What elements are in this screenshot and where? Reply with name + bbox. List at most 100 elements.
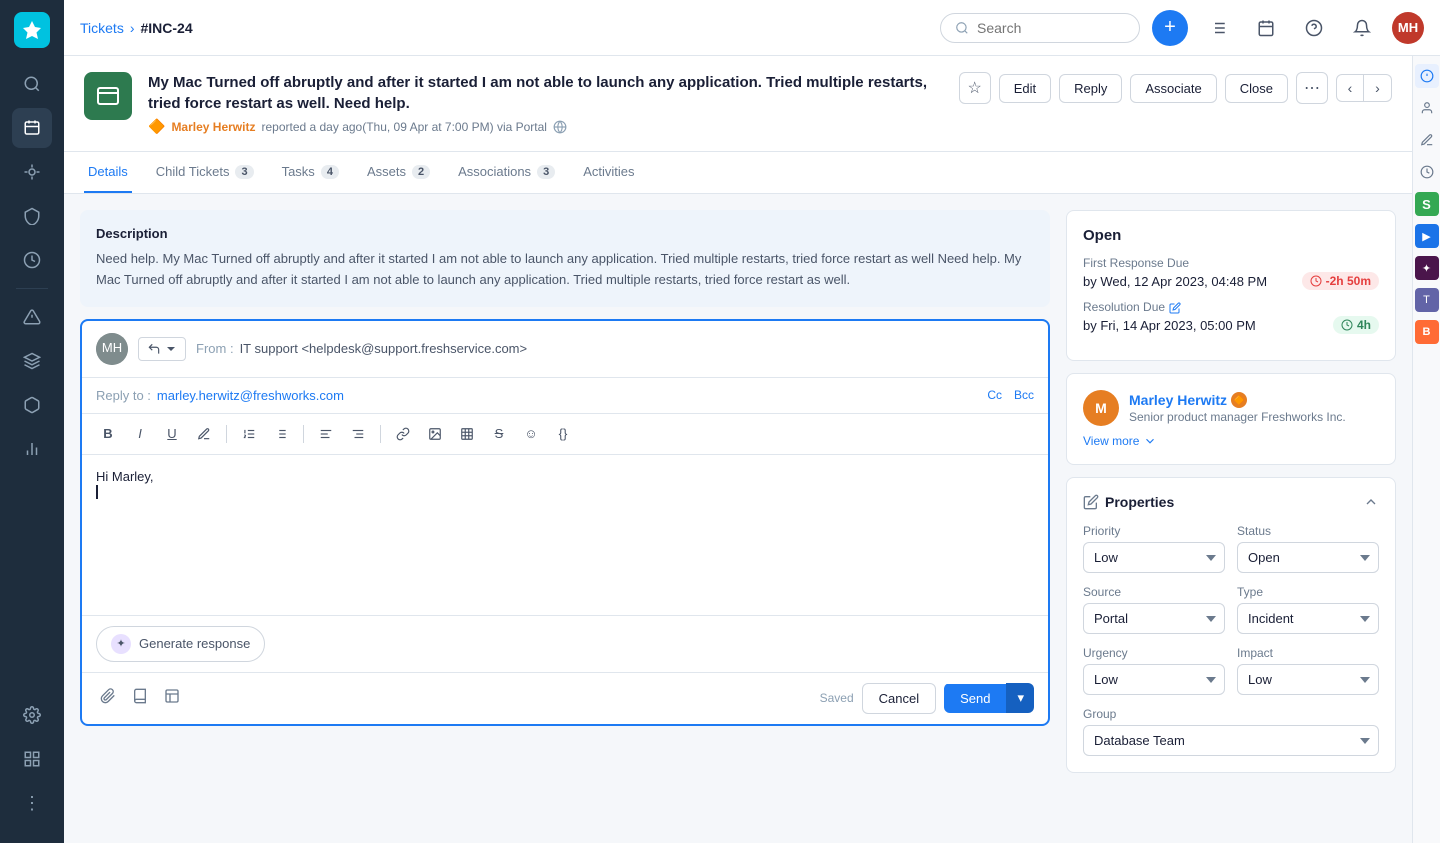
compose-from-row: From : IT support <helpdesk@support.fres… — [196, 341, 527, 356]
cancel-compose-button[interactable]: Cancel — [862, 683, 936, 714]
toolbar-strikethrough[interactable]: S — [487, 422, 511, 446]
ticket-title: My Mac Turned off abruptly and after it … — [148, 72, 943, 114]
toolbar-ul[interactable] — [269, 422, 293, 446]
calendar-icon[interactable] — [1248, 10, 1284, 46]
sla-resolution: Resolution Due by Fri, 14 Apr 2023, 05:0… — [1083, 300, 1379, 334]
cc-bcc-area: Cc Bcc — [987, 388, 1034, 402]
toolbar-code[interactable]: {} — [551, 422, 575, 446]
sidebar-item-search[interactable] — [12, 64, 52, 104]
reporter-name[interactable]: Marley Herwitz — [171, 120, 255, 134]
rip-teams-icon[interactable]: T — [1415, 288, 1439, 312]
rip-clock-icon[interactable] — [1415, 160, 1439, 184]
sidebar-item-appgrid[interactable] — [12, 739, 52, 779]
tab-details[interactable]: Details — [84, 152, 132, 193]
sidebar-item-bugs[interactable] — [12, 152, 52, 192]
associations-badge: 3 — [537, 165, 555, 179]
bell-icon[interactable] — [1344, 10, 1380, 46]
tab-activities[interactable]: Activities — [579, 152, 638, 193]
add-button[interactable]: + — [1152, 10, 1188, 46]
breadcrumb-tickets-link[interactable]: Tickets — [80, 20, 124, 36]
sidebar-item-tickets[interactable] — [12, 108, 52, 148]
tab-assets[interactable]: Assets 2 — [363, 152, 434, 193]
search-input[interactable] — [977, 20, 1117, 36]
generate-response-button[interactable]: ✦ Generate response — [96, 626, 265, 662]
urgency-select[interactable]: Low Medium High — [1083, 664, 1225, 695]
toolbar-table[interactable] — [455, 422, 479, 446]
rip-meet-icon[interactable]: ▶ — [1415, 224, 1439, 248]
sidebar-item-graph[interactable] — [12, 240, 52, 280]
close-button[interactable]: Close — [1225, 74, 1288, 103]
sidebar-item-chart[interactable] — [12, 429, 52, 469]
sidebar-item-settings[interactable] — [12, 695, 52, 735]
help-icon[interactable] — [1296, 10, 1332, 46]
tab-tasks[interactable]: Tasks 4 — [278, 152, 343, 193]
associate-button[interactable]: Associate — [1130, 74, 1216, 103]
edit-button[interactable]: Edit — [999, 74, 1051, 103]
breadcrumb-separator: › — [130, 20, 135, 36]
rip-edit-icon[interactable] — [1415, 128, 1439, 152]
cc-button[interactable]: Cc — [987, 388, 1002, 402]
tab-child-tickets[interactable]: Child Tickets 3 — [152, 152, 258, 193]
sla-status: Open — [1083, 227, 1379, 244]
requester-name[interactable]: Marley Herwitz — [1129, 392, 1227, 408]
reporter-info: reported a day ago(Thu, 09 Apr at 7:00 P… — [261, 120, 547, 134]
sidebar-item-shield[interactable] — [12, 196, 52, 236]
rip-info-icon[interactable] — [1415, 64, 1439, 88]
next-ticket-button[interactable]: › — [1364, 74, 1392, 102]
toolbar-emoji[interactable]: ☺ — [519, 422, 543, 446]
sidebar-item-box[interactable] — [12, 385, 52, 425]
more-options-button[interactable]: ⋯ — [1296, 72, 1328, 104]
sidebar-item-alert[interactable] — [12, 297, 52, 337]
toolbar-pen[interactable] — [192, 422, 216, 446]
toolbar-bold[interactable]: B — [96, 422, 120, 446]
app-logo[interactable] — [14, 12, 50, 48]
toolbar-underline[interactable]: U — [160, 422, 184, 446]
collapse-properties-icon[interactable] — [1363, 494, 1379, 510]
rip-slack-icon[interactable]: ✦ — [1415, 256, 1439, 280]
toolbar-link[interactable] — [391, 422, 415, 446]
compose-reply-toggle[interactable] — [138, 337, 186, 361]
priority-select[interactable]: Low Medium High Urgent — [1083, 542, 1225, 573]
toolbar-image[interactable] — [423, 422, 447, 446]
toolbar-italic[interactable]: I — [128, 422, 152, 446]
knowledge-base-button[interactable] — [128, 684, 152, 713]
rip-freshdesk-icon[interactable]: S — [1415, 192, 1439, 216]
impact-select[interactable]: Low Medium High — [1237, 664, 1379, 695]
reply-button[interactable]: Reply — [1059, 74, 1122, 103]
rip-beta-icon[interactable]: B — [1415, 320, 1439, 344]
sidebar-item-more[interactable]: ⋮ — [12, 783, 52, 823]
user-avatar[interactable]: MH — [1392, 12, 1424, 44]
send-main-button[interactable]: Send — [944, 684, 1006, 713]
toolbar-align-left[interactable] — [314, 422, 338, 446]
resolution-badge: 4h — [1333, 316, 1379, 334]
toolbar-align-right[interactable] — [346, 422, 370, 446]
type-select[interactable]: Incident Service Request Change — [1237, 603, 1379, 634]
toolbar-ol[interactable] — [237, 422, 261, 446]
sidebar-item-layers[interactable] — [12, 341, 52, 381]
attach-file-button[interactable] — [96, 684, 120, 713]
sidebar: ⋮ — [0, 0, 64, 843]
star-button[interactable]: ☆ — [959, 72, 991, 104]
requester-badge: 🔶 — [1231, 392, 1247, 408]
compose-reply-to-value[interactable]: marley.herwitz@freshworks.com — [157, 388, 344, 403]
rip-person-icon[interactable] — [1415, 96, 1439, 120]
status-select[interactable]: Open Pending Resolved Closed — [1237, 542, 1379, 573]
impact-label: Impact — [1237, 646, 1379, 660]
source-label: Source — [1083, 585, 1225, 599]
compose-gen-row: ✦ Generate response — [82, 615, 1048, 672]
group-select[interactable]: Database Team Network Team IT Support — [1083, 725, 1379, 756]
prev-ticket-button[interactable]: ‹ — [1336, 74, 1364, 102]
template-button[interactable] — [160, 684, 184, 713]
compose-body[interactable]: Hi Marley, — [82, 455, 1048, 615]
requester-row: M Marley Herwitz 🔶 Senior product manage… — [1083, 390, 1379, 426]
tab-associations[interactable]: Associations 3 — [454, 152, 559, 193]
send-dropdown-button[interactable]: ▾ — [1006, 683, 1034, 713]
sla-first-response: First Response Due by Wed, 12 Apr 2023, … — [1083, 256, 1379, 290]
source-select[interactable]: Portal Email Phone — [1083, 603, 1225, 634]
bcc-button[interactable]: Bcc — [1014, 388, 1034, 402]
edit-resolution-icon[interactable] — [1169, 302, 1181, 314]
checklist-icon[interactable] — [1200, 10, 1236, 46]
view-more-button[interactable]: View more — [1083, 434, 1379, 448]
compose-toolbar: B I U — [82, 414, 1048, 455]
search-bar[interactable] — [940, 13, 1140, 43]
